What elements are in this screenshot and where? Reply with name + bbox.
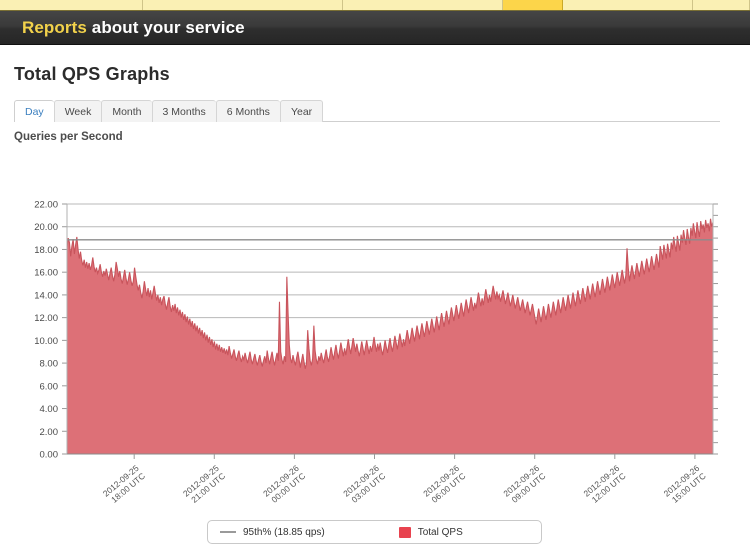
nav-segment-active[interactable] [503,0,563,10]
nav-segment[interactable] [693,0,750,10]
nav-segment[interactable] [343,0,503,10]
legend-item-total-qps[interactable]: Total QPS [398,526,463,538]
tab-month[interactable]: Month [101,100,152,122]
tab-year[interactable]: Year [279,100,324,122]
nav-segment[interactable] [0,0,143,10]
svg-text:2.00: 2.00 [40,427,59,438]
svg-text:12.00: 12.00 [34,313,58,324]
tab-label: Month [112,105,142,118]
nav-segment[interactable] [563,0,693,10]
tab-6-months[interactable]: 6 Months [215,100,280,122]
legend-series-label: Total QPS [417,526,463,538]
svg-text:14.00: 14.00 [34,290,58,301]
tab-label: 3 Months [162,105,206,118]
svg-text:8.00: 8.00 [40,359,59,370]
tab-label: 6 Months [226,105,270,118]
header-title: Reports about your service [22,18,245,38]
qps-chart: Queries per Second 22.00 20.00 18.00 16.00 1… [0,126,750,544]
legend-line-swatch-icon [220,531,236,533]
svg-text:4.00: 4.00 [40,404,59,415]
tab-week[interactable]: Week [53,100,102,122]
legend-box-swatch-icon [398,526,411,538]
time-range-tabs[interactable]: Day Week Month 3 Months 6 Months Year [14,100,720,123]
svg-text:18.00: 18.00 [34,245,58,256]
tab-strip-filler [323,100,720,121]
top-nav-strip[interactable] [0,0,750,11]
header-title-highlight: Reports [22,17,87,37]
tab-day[interactable]: Day [14,100,54,123]
svg-text:6.00: 6.00 [40,381,59,392]
svg-text:16.00: 16.00 [34,268,58,279]
legend-item-percentile[interactable]: 95th% (18.85 qps) [220,527,325,538]
app-header: Reports about your service [0,11,750,45]
nav-segment[interactable] [143,0,343,10]
tab-label: Week [64,105,92,118]
tab-3-months[interactable]: 3 Months [151,100,216,122]
svg-text:10.00: 10.00 [34,336,58,347]
page-body: Total QPS Graphs Day Week Month 3 Months… [0,46,750,544]
svg-text:22.00: 22.00 [34,200,58,211]
chart-legend: 95th% (18.85 qps) Total QPS [207,520,542,544]
header-title-rest: about your service [86,17,245,37]
tab-label: Year [290,105,313,118]
page-title: Total QPS Graphs [14,64,170,84]
tab-label: Day [25,105,44,118]
legend-percentile-label: 95th% (18.85 qps) [243,526,325,538]
chart-canvas: 22.00 20.00 18.00 16.00 14.00 12.00 10.00 8.00 6… [34,200,718,505]
svg-text:20.00: 20.00 [34,222,58,233]
svg-text:0.00: 0.00 [40,450,59,461]
